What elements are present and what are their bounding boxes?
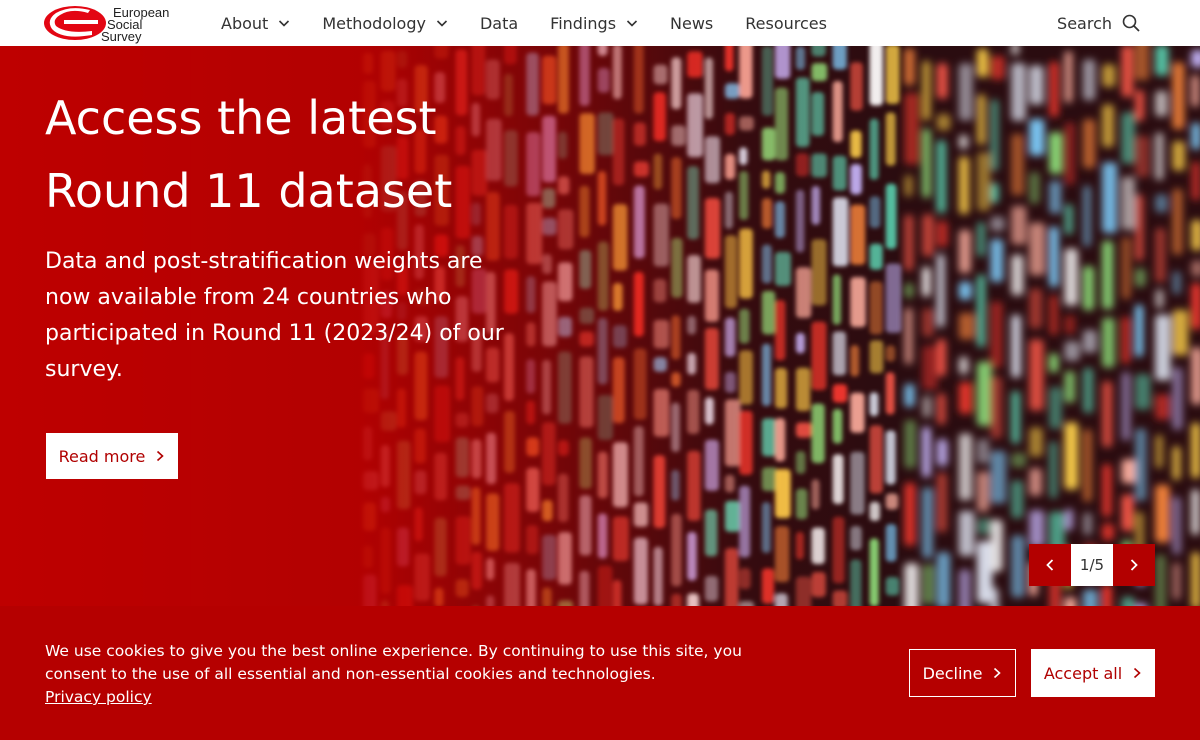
- carousel-next-button[interactable]: [1113, 544, 1155, 586]
- nav-item-methodology[interactable]: Methodology: [322, 14, 448, 33]
- hero-description: Data and post-stratification weights are…: [45, 249, 504, 382]
- nav-item-news[interactable]: News: [670, 14, 713, 33]
- accept-all-cookies-button[interactable]: Accept all: [1031, 649, 1155, 697]
- chevron-left-icon: [1046, 559, 1054, 571]
- cookie-message-block: We use cookies to give you the best onli…: [45, 640, 765, 709]
- nav-item-label: About: [221, 13, 269, 33]
- read-more-label: Read more: [58, 446, 146, 466]
- hero-title: Access the latest Round 11 dataset: [45, 82, 605, 228]
- nav-item-about[interactable]: About: [221, 14, 290, 33]
- nav-item-label: Resources: [745, 13, 827, 33]
- carousel-pager: 1/5: [1029, 544, 1155, 586]
- decline-label: Decline: [922, 663, 983, 683]
- chevron-right-icon: [1134, 667, 1141, 679]
- read-more-button[interactable]: Read more: [46, 433, 178, 479]
- nav-item-findings[interactable]: Findings: [550, 14, 638, 33]
- chevron-down-icon: [436, 20, 448, 27]
- nav-item-label: News: [670, 13, 714, 33]
- nav-item-data[interactable]: Data: [480, 14, 518, 33]
- site-header: European Social Survey About Methodology…: [0, 0, 1200, 46]
- carousel-prev-button[interactable]: [1029, 544, 1071, 586]
- privacy-policy-link[interactable]: Privacy policy: [45, 686, 152, 709]
- slide-counter: 1/5: [1071, 544, 1113, 586]
- chevron-down-icon: [279, 20, 290, 27]
- search-label: Search: [1057, 13, 1112, 33]
- search-button[interactable]: Search: [1057, 0, 1140, 46]
- chevron-right-icon: [157, 450, 165, 462]
- accept-label: Accept all: [1043, 663, 1123, 683]
- hero-title-line-1: Access the latest: [45, 91, 437, 145]
- logo-text-survey: Survey: [101, 29, 142, 44]
- cookie-message: We use cookies to give you the best onli…: [45, 642, 742, 683]
- hero-carousel: Access the latest Round 11 dataset Data …: [0, 46, 1200, 606]
- search-icon: [1122, 14, 1140, 32]
- chevron-right-icon: [1130, 559, 1138, 571]
- nav-item-label: Data: [479, 13, 519, 33]
- main-nav: About Methodology Data Findings News Res…: [221, 0, 859, 46]
- nav-item-label: Findings: [550, 13, 617, 33]
- decline-cookies-button[interactable]: Decline: [909, 649, 1016, 697]
- hero-title-line-2: Round 11 dataset: [45, 164, 453, 218]
- cookie-banner: We use cookies to give you the best onli…: [0, 606, 1200, 740]
- chevron-right-icon: [994, 667, 1002, 679]
- nav-item-resources[interactable]: Resources: [745, 14, 827, 33]
- chevron-down-icon: [626, 20, 638, 27]
- ess-logo[interactable]: European Social Survey: [44, 4, 174, 44]
- nav-item-label: Methodology: [322, 13, 426, 33]
